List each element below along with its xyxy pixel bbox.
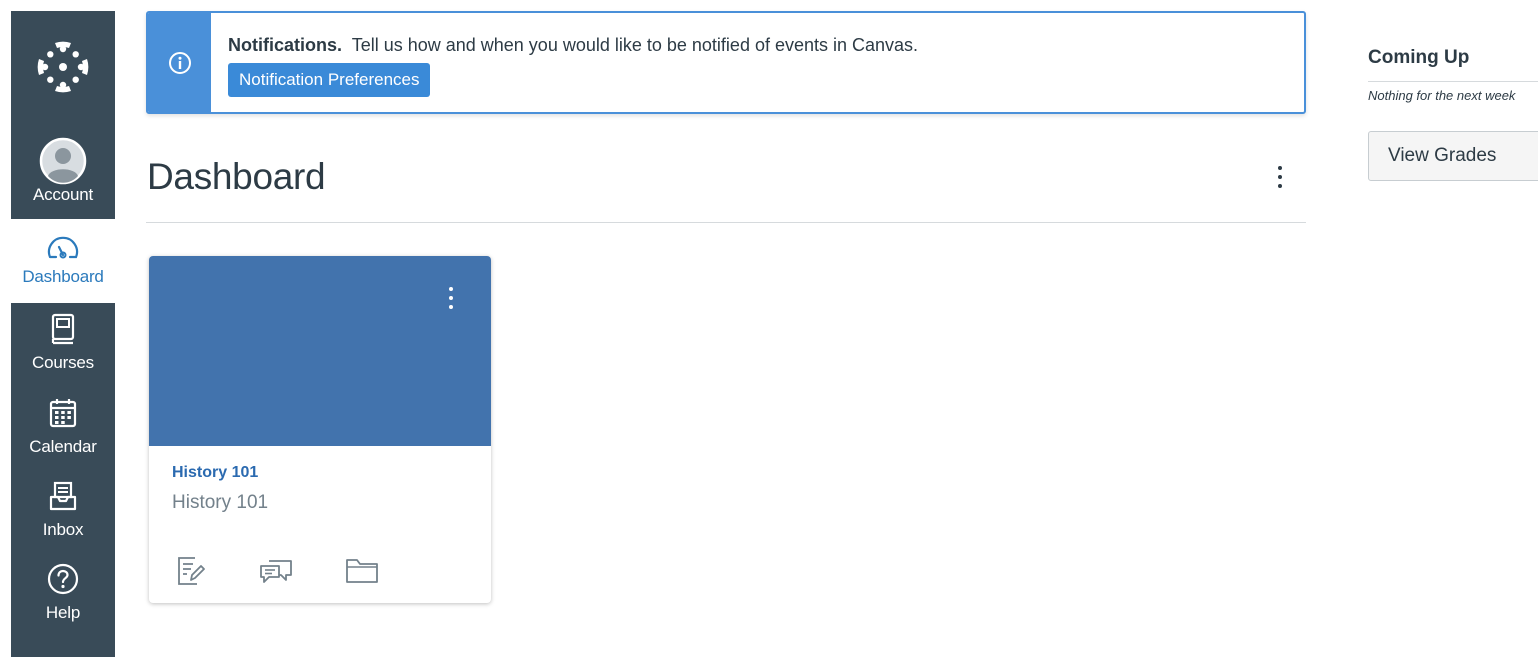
calendar-icon [39, 393, 87, 433]
avatar-icon [39, 137, 87, 185]
view-grades-button[interactable]: View Grades [1368, 131, 1538, 181]
book-icon [39, 309, 87, 349]
nav-item-label: Help [45, 603, 81, 622]
discussions-icon[interactable] [258, 552, 294, 588]
coming-up-title: Coming Up [1368, 47, 1470, 68]
notification-title: Notifications. [228, 35, 343, 55]
notification-message: Notifications. Tell us how and when you … [228, 35, 918, 56]
notification-body: Tell us how and when you would like to b… [351, 35, 919, 55]
header-divider [146, 222, 1306, 223]
nav-item-label: Dashboard [22, 267, 104, 286]
assignments-icon[interactable] [172, 552, 208, 588]
nav-item-account[interactable]: Account [11, 123, 115, 219]
course-card-title[interactable]: History 101 [172, 464, 258, 482]
nav-item-help[interactable]: Help [11, 553, 115, 637]
course-card-subtitle: History 101 [172, 492, 269, 513]
card-kebab-menu-icon[interactable] [439, 282, 463, 314]
nav-item-dashboard[interactable]: Dashboard [11, 219, 115, 303]
top-border [115, 0, 1538, 8]
nav-item-label: Calendar [29, 437, 97, 456]
nav-item-label: Courses [32, 353, 94, 372]
files-folder-icon[interactable] [344, 552, 380, 588]
course-card-actions [172, 552, 380, 588]
kebab-menu-icon[interactable] [1268, 162, 1292, 192]
nav-item-label: Inbox [42, 520, 84, 539]
course-card[interactable]: History 101 History 101 [149, 256, 491, 603]
nav-item-inbox[interactable]: Inbox [11, 470, 115, 554]
dashboard-gauge-icon [39, 233, 87, 263]
notification-banner: Notifications. Tell us how and when you … [146, 11, 1306, 114]
question-mark-icon [39, 559, 87, 599]
nothing-upcoming-text: Nothing for the next week [1368, 88, 1516, 103]
page-title: Dashboard [147, 156, 326, 197]
canvas-logo-icon[interactable] [11, 11, 115, 123]
coming-up-divider [1368, 81, 1538, 82]
inbox-icon [39, 476, 87, 516]
nav-item-label: Account [32, 185, 94, 204]
nav-item-courses[interactable]: Courses [11, 303, 115, 387]
banner-icon-column [148, 13, 211, 112]
global-navigation: Account Dashboard Courses Calendar Inbox… [11, 11, 115, 657]
info-icon [168, 51, 192, 80]
nav-item-calendar[interactable]: Calendar [11, 387, 115, 471]
notification-preferences-button[interactable]: Notification Preferences [228, 63, 431, 97]
